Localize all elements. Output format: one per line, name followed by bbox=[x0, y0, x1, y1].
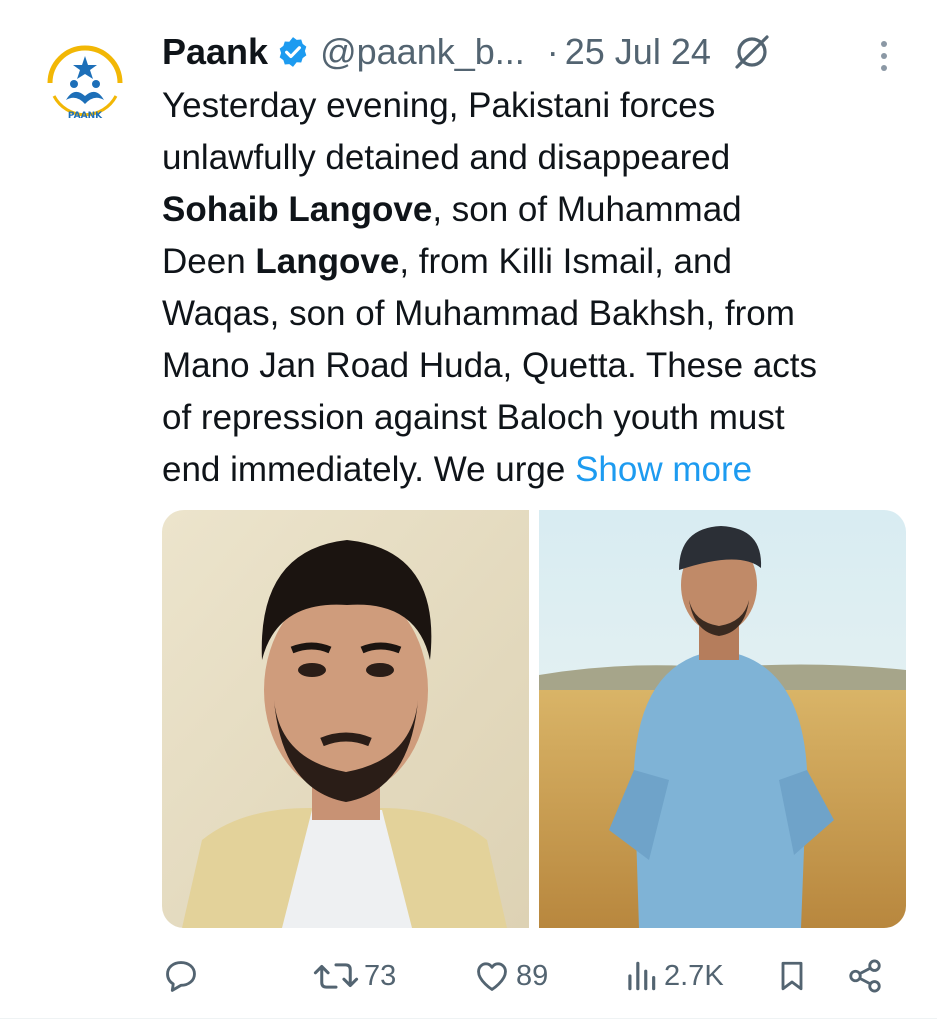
tweet-text: Yesterday evening, Pakistani forces unlaw… bbox=[162, 80, 912, 496]
divider bbox=[0, 1018, 937, 1019]
tweet-text-line: Waqas, son of Muhammad Bakhsh, from bbox=[162, 288, 912, 340]
bookmark-button[interactable] bbox=[774, 948, 810, 1004]
bookmark-icon bbox=[781, 961, 803, 991]
media-grid[interactable] bbox=[162, 510, 906, 928]
tweet-text-segment: Deen bbox=[162, 242, 256, 281]
reply-icon bbox=[166, 961, 196, 992]
tweet-text-line: Yesterday evening, Pakistani forces bbox=[162, 80, 912, 132]
like-button[interactable]: 89 bbox=[472, 948, 548, 1004]
grok-icon[interactable] bbox=[731, 31, 773, 73]
tweet-text-segment: unlawfully detained and disappeared bbox=[162, 138, 731, 177]
tweet-text-line: end immediately. We urge Show more bbox=[162, 444, 912, 496]
views-count: 2.7K bbox=[664, 959, 724, 992]
heart-icon bbox=[477, 962, 507, 991]
avatar[interactable]: PAANK bbox=[40, 38, 130, 128]
paank-logo-icon: PAANK bbox=[43, 41, 127, 125]
tweet-text-segment: of repression against Baloch youth must bbox=[162, 398, 785, 437]
tweet-text-segment: Waqas, son of Muhammad Bakhsh, from bbox=[162, 294, 795, 333]
tweet-text-bold: Sohaib Langove bbox=[162, 190, 433, 229]
share-icon bbox=[849, 959, 881, 993]
tweet-text-segment: Mano Jan Road Huda, Quetta. These acts bbox=[162, 346, 818, 385]
show-more-link[interactable]: Show more bbox=[575, 450, 752, 489]
like-count: 89 bbox=[516, 959, 549, 992]
verified-badge-icon bbox=[276, 35, 310, 69]
separator-dot: · bbox=[546, 31, 559, 72]
tweet-date[interactable]: 25 Jul 24 bbox=[565, 31, 711, 73]
tweet-text-line: unlawfully detained and disappeared bbox=[162, 132, 912, 184]
tweet-header: Paank @paank_b... · 25 Jul 24 bbox=[162, 26, 902, 78]
reply-button[interactable] bbox=[162, 948, 200, 1004]
tweet-text-segment: Yesterday evening, Pakistani forces bbox=[162, 86, 716, 125]
more-options-icon[interactable] bbox=[872, 36, 896, 76]
tweet-actions: 73 89 2.7K bbox=[162, 948, 902, 1004]
tweet-text-line: Deen Langove, from Killi Ismail, and bbox=[162, 236, 912, 288]
tweet-text-segment: , son of Muhammad bbox=[432, 190, 742, 229]
tweet-text-line: Sohaib Langove, son of Muhammad bbox=[162, 184, 912, 236]
author-name[interactable]: Paank bbox=[162, 31, 268, 73]
views-chart-icon bbox=[628, 961, 656, 991]
views-button[interactable]: 2.7K bbox=[622, 948, 724, 1004]
share-button[interactable] bbox=[846, 948, 884, 1004]
tweet-text-segment: , from Killi Ismail, and bbox=[399, 242, 732, 281]
retweet-icon bbox=[313, 963, 359, 989]
retweet-count: 73 bbox=[364, 959, 397, 992]
tweet-text-line: of repression against Baloch youth must bbox=[162, 392, 912, 444]
photo-portrait[interactable] bbox=[162, 510, 529, 928]
tweet-text-line: Mano Jan Road Huda, Quetta. These acts bbox=[162, 340, 912, 392]
tweet-text-bold: Langove bbox=[255, 242, 400, 281]
retweet-button[interactable]: 73 bbox=[312, 948, 396, 1004]
avatar-logo-text: PAANK bbox=[68, 111, 103, 121]
photo-field[interactable] bbox=[539, 510, 906, 928]
author-handle[interactable]: @paank_b... bbox=[320, 31, 525, 73]
tweet-text-segment: end immediately. We urge bbox=[162, 450, 576, 489]
